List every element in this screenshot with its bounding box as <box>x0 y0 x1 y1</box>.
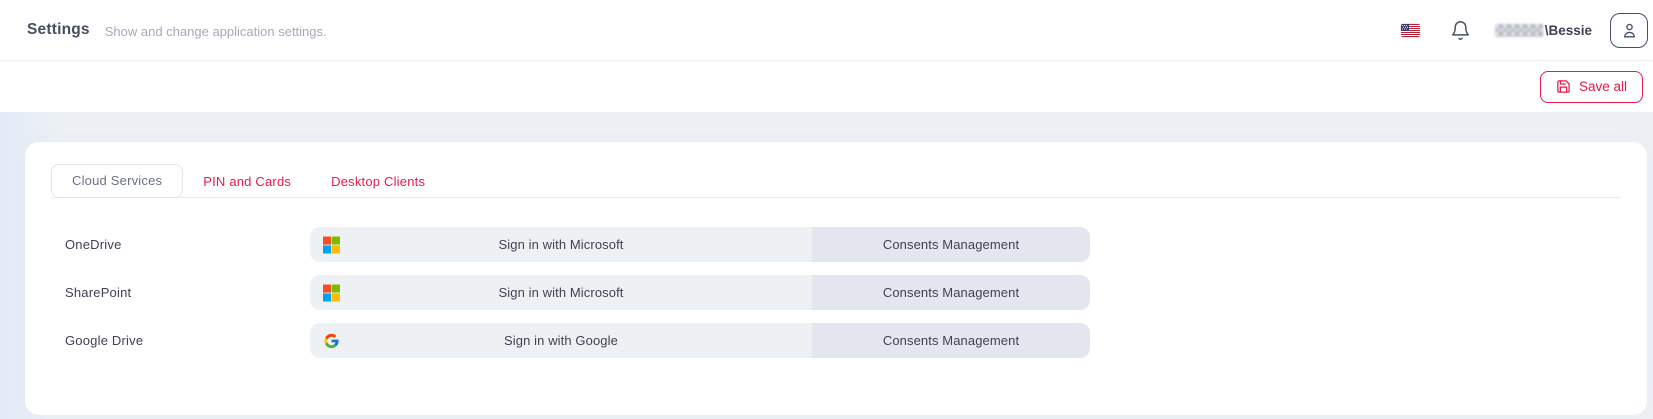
consents-management-button[interactable]: Consents Management <box>812 275 1090 310</box>
consents-management-button[interactable]: Consents Management <box>812 323 1090 358</box>
notifications-button[interactable] <box>1450 20 1471 41</box>
sign-in-with-microsoft-button[interactable]: Sign in with Microsoft <box>310 227 812 262</box>
tab-cloud-services[interactable]: Cloud Services <box>51 164 183 198</box>
bell-icon <box>1450 20 1471 41</box>
consents-label: Consents Management <box>883 285 1019 300</box>
sign-in-with-microsoft-button[interactable]: Sign in with Microsoft <box>310 275 812 310</box>
service-actions: Sign in with Microsoft Consents Manageme… <box>310 227 1090 262</box>
current-user: \Bessie <box>1495 23 1592 38</box>
consents-label: Consents Management <box>883 237 1019 252</box>
save-all-label: Save all <box>1579 79 1627 94</box>
page-subtitle: Show and change application settings. <box>105 22 327 39</box>
consents-management-button[interactable]: Consents Management <box>812 227 1090 262</box>
settings-tabs: Cloud Services PIN and Cards Desktop Cli… <box>51 164 1621 198</box>
page-title: Settings <box>27 21 90 39</box>
user-profile-button[interactable] <box>1610 13 1648 48</box>
microsoft-logo-icon <box>323 284 340 301</box>
username-label: \Bessie <box>1545 23 1592 38</box>
service-actions: Sign in with Microsoft Consents Manageme… <box>310 275 1090 310</box>
consents-label: Consents Management <box>883 333 1019 348</box>
page-background: Cloud Services PIN and Cards Desktop Cli… <box>0 112 1653 419</box>
us-flag-icon <box>1401 24 1420 37</box>
service-name: Google Drive <box>65 333 310 348</box>
cloud-services-list: OneDrive Sign in with Microsoft <box>51 227 1621 358</box>
sign-in-label: Sign in with Microsoft <box>498 237 623 252</box>
actions-toolbar: Save all <box>0 61 1653 112</box>
save-all-button[interactable]: Save all <box>1540 71 1643 103</box>
service-row-onedrive: OneDrive Sign in with Microsoft <box>51 227 1621 262</box>
microsoft-logo-icon <box>323 236 340 253</box>
top-header-bar: Settings Show and change application set… <box>0 0 1653 61</box>
sign-in-label: Sign in with Google <box>504 333 618 348</box>
topbar-right-actions: \Bessie <box>1398 13 1648 48</box>
tab-pin-and-cards[interactable]: PIN and Cards <box>183 166 311 197</box>
service-name: OneDrive <box>65 237 310 252</box>
service-row-sharepoint: SharePoint Sign in with Microsoft <box>51 275 1621 310</box>
settings-card: Cloud Services PIN and Cards Desktop Cli… <box>25 142 1647 415</box>
service-actions: Sign in with Google Consents Management <box>310 323 1090 358</box>
sign-in-label: Sign in with Microsoft <box>498 285 623 300</box>
censored-domain-text <box>1495 24 1543 37</box>
google-logo-icon <box>323 332 340 349</box>
language-selector[interactable] <box>1398 17 1424 43</box>
sign-in-with-google-button[interactable]: Sign in with Google <box>310 323 812 358</box>
service-name: SharePoint <box>65 285 310 300</box>
save-icon <box>1556 79 1571 94</box>
tab-desktop-clients[interactable]: Desktop Clients <box>311 166 445 197</box>
service-row-google-drive: Google Drive Sign in with Google <box>51 323 1621 358</box>
person-icon <box>1620 21 1639 40</box>
